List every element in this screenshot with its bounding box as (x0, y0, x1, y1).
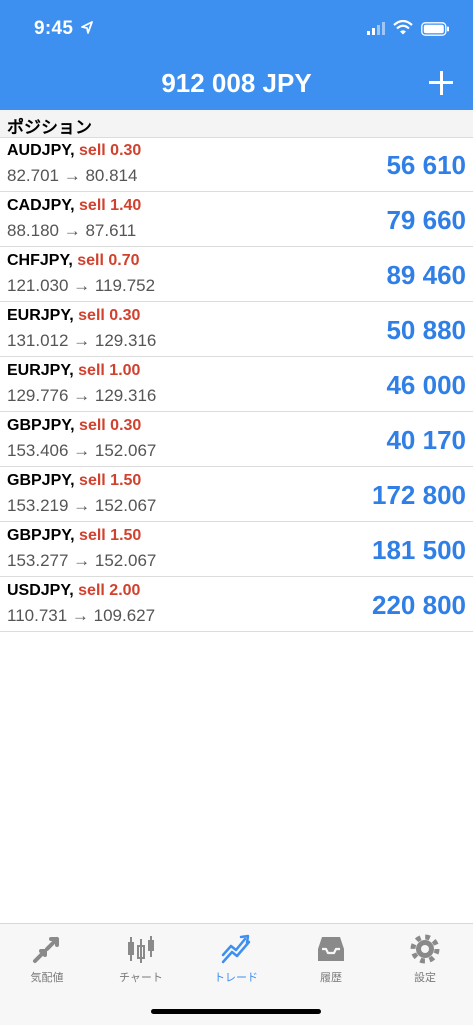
position-prices: 88.180 → 87.611 (7, 221, 137, 240)
position-profit: 181 500 (372, 535, 466, 565)
section-title: ポジション (7, 118, 92, 137)
position-prices: 110.731 → 109.627 (7, 606, 156, 625)
plus-icon[interactable] (426, 68, 456, 98)
position-profit: 46 000 (386, 370, 466, 400)
position-prices: 82.701 → 80.814 (7, 166, 138, 185)
position-profit: 40 170 (386, 425, 466, 455)
tab-label: 気配値 (30, 972, 64, 984)
position-pair: GBPJPY, sell 1.50 (7, 527, 141, 545)
status-bar: 9:45 (0, 0, 473, 56)
position-symbol: GBPJPY, (7, 527, 75, 544)
header-bar: 9:45 912 008 JPY (0, 0, 473, 110)
position-side: sell 1.50 (79, 527, 142, 544)
gear-icon (410, 934, 440, 964)
position-pair: EURJPY, sell 0.30 (7, 307, 140, 325)
tab-label: トレード (214, 972, 258, 984)
position-symbol: CADJPY, (7, 197, 75, 214)
tab-history[interactable]: 履歴 (284, 924, 378, 994)
positions-list: AUDJPY, sell 0.30 82.701 → 80.814 56 610… (0, 137, 473, 632)
position-side: sell 0.70 (77, 252, 140, 269)
position-side: sell 0.30 (79, 142, 142, 159)
candlestick-chart-icon (128, 936, 154, 963)
position-profit: 56 610 (386, 150, 466, 180)
section-header: ポジション (0, 110, 473, 138)
position-side: sell 1.40 (79, 197, 142, 214)
tab-settings[interactable]: 設定 (378, 924, 472, 994)
position-prices: 153.277 → 152.067 (7, 551, 157, 570)
tab-chart[interactable]: チャート (94, 924, 188, 994)
history-tray-icon (318, 937, 344, 961)
position-side: sell 0.30 (79, 417, 142, 434)
position-symbol: USDJPY, (7, 582, 74, 599)
wifi-icon (393, 20, 413, 35)
position-pair: GBPJPY, sell 1.50 (7, 472, 141, 490)
cellular-signal-icon (367, 22, 385, 35)
position-side: sell 2.00 (78, 582, 141, 599)
position-row[interactable]: USDJPY, sell 2.00 110.731 → 109.627 220 … (0, 577, 473, 632)
position-pair: USDJPY, sell 2.00 (7, 582, 140, 600)
position-row[interactable]: CADJPY, sell 1.40 88.180 → 87.611 79 660 (0, 192, 473, 247)
tab-trade[interactable]: トレード (189, 924, 283, 994)
tab-label: 設定 (414, 972, 436, 984)
home-indicator (151, 1009, 321, 1014)
position-prices: 129.776 → 129.316 (7, 386, 157, 405)
position-prices: 153.406 → 152.067 (7, 441, 157, 460)
position-profit: 50 880 (386, 315, 466, 345)
position-pair: GBPJPY, sell 0.30 (7, 417, 141, 435)
position-prices: 153.219 → 152.067 (7, 496, 157, 515)
position-row[interactable]: GBPJPY, sell 1.50 153.219 → 152.067 172 … (0, 467, 473, 522)
position-side: sell 0.30 (78, 307, 141, 324)
position-profit: 172 800 (372, 480, 466, 510)
position-pair: EURJPY, sell 1.00 (7, 362, 140, 380)
position-symbol: GBPJPY, (7, 417, 75, 434)
position-symbol: AUDJPY, (7, 142, 75, 159)
position-row[interactable]: EURJPY, sell 1.00 129.776 → 129.316 46 0… (0, 357, 473, 412)
position-symbol: EURJPY, (7, 362, 74, 379)
position-side: sell 1.50 (79, 472, 142, 489)
status-time: 9:45 (34, 18, 74, 39)
quotes-arrows-icon (33, 937, 59, 963)
position-prices: 121.030 → 119.752 (7, 276, 156, 295)
position-row[interactable]: EURJPY, sell 0.30 131.012 → 129.316 50 8… (0, 302, 473, 357)
position-prices: 131.012 → 129.316 (7, 331, 157, 350)
tab-label: 履歴 (320, 972, 342, 984)
tab-quotes[interactable]: 気配値 (0, 924, 94, 994)
position-row[interactable]: CHFJPY, sell 0.70 121.030 → 119.752 89 4… (0, 247, 473, 302)
account-balance-title: 912 008 JPY (161, 68, 312, 98)
tab-label: チャート (119, 972, 163, 984)
position-pair: AUDJPY, sell 0.30 (7, 142, 141, 160)
position-side: sell 1.00 (78, 362, 141, 379)
position-profit: 89 460 (386, 260, 466, 290)
position-symbol: GBPJPY, (7, 472, 75, 489)
position-row[interactable]: GBPJPY, sell 0.30 153.406 → 152.067 40 1… (0, 412, 473, 467)
position-symbol: EURJPY, (7, 307, 74, 324)
position-row[interactable]: GBPJPY, sell 1.50 153.277 → 152.067 181 … (0, 522, 473, 577)
position-profit: 79 660 (386, 205, 466, 235)
position-symbol: CHFJPY, (7, 252, 73, 269)
location-arrow-icon (81, 21, 93, 34)
position-pair: CADJPY, sell 1.40 (7, 197, 141, 215)
battery-icon (421, 22, 449, 36)
position-profit: 220 800 (372, 590, 466, 620)
position-pair: CHFJPY, sell 0.70 (7, 252, 140, 270)
trade-chart-icon (221, 934, 251, 964)
position-row[interactable]: AUDJPY, sell 0.30 82.701 → 80.814 56 610 (0, 137, 473, 192)
